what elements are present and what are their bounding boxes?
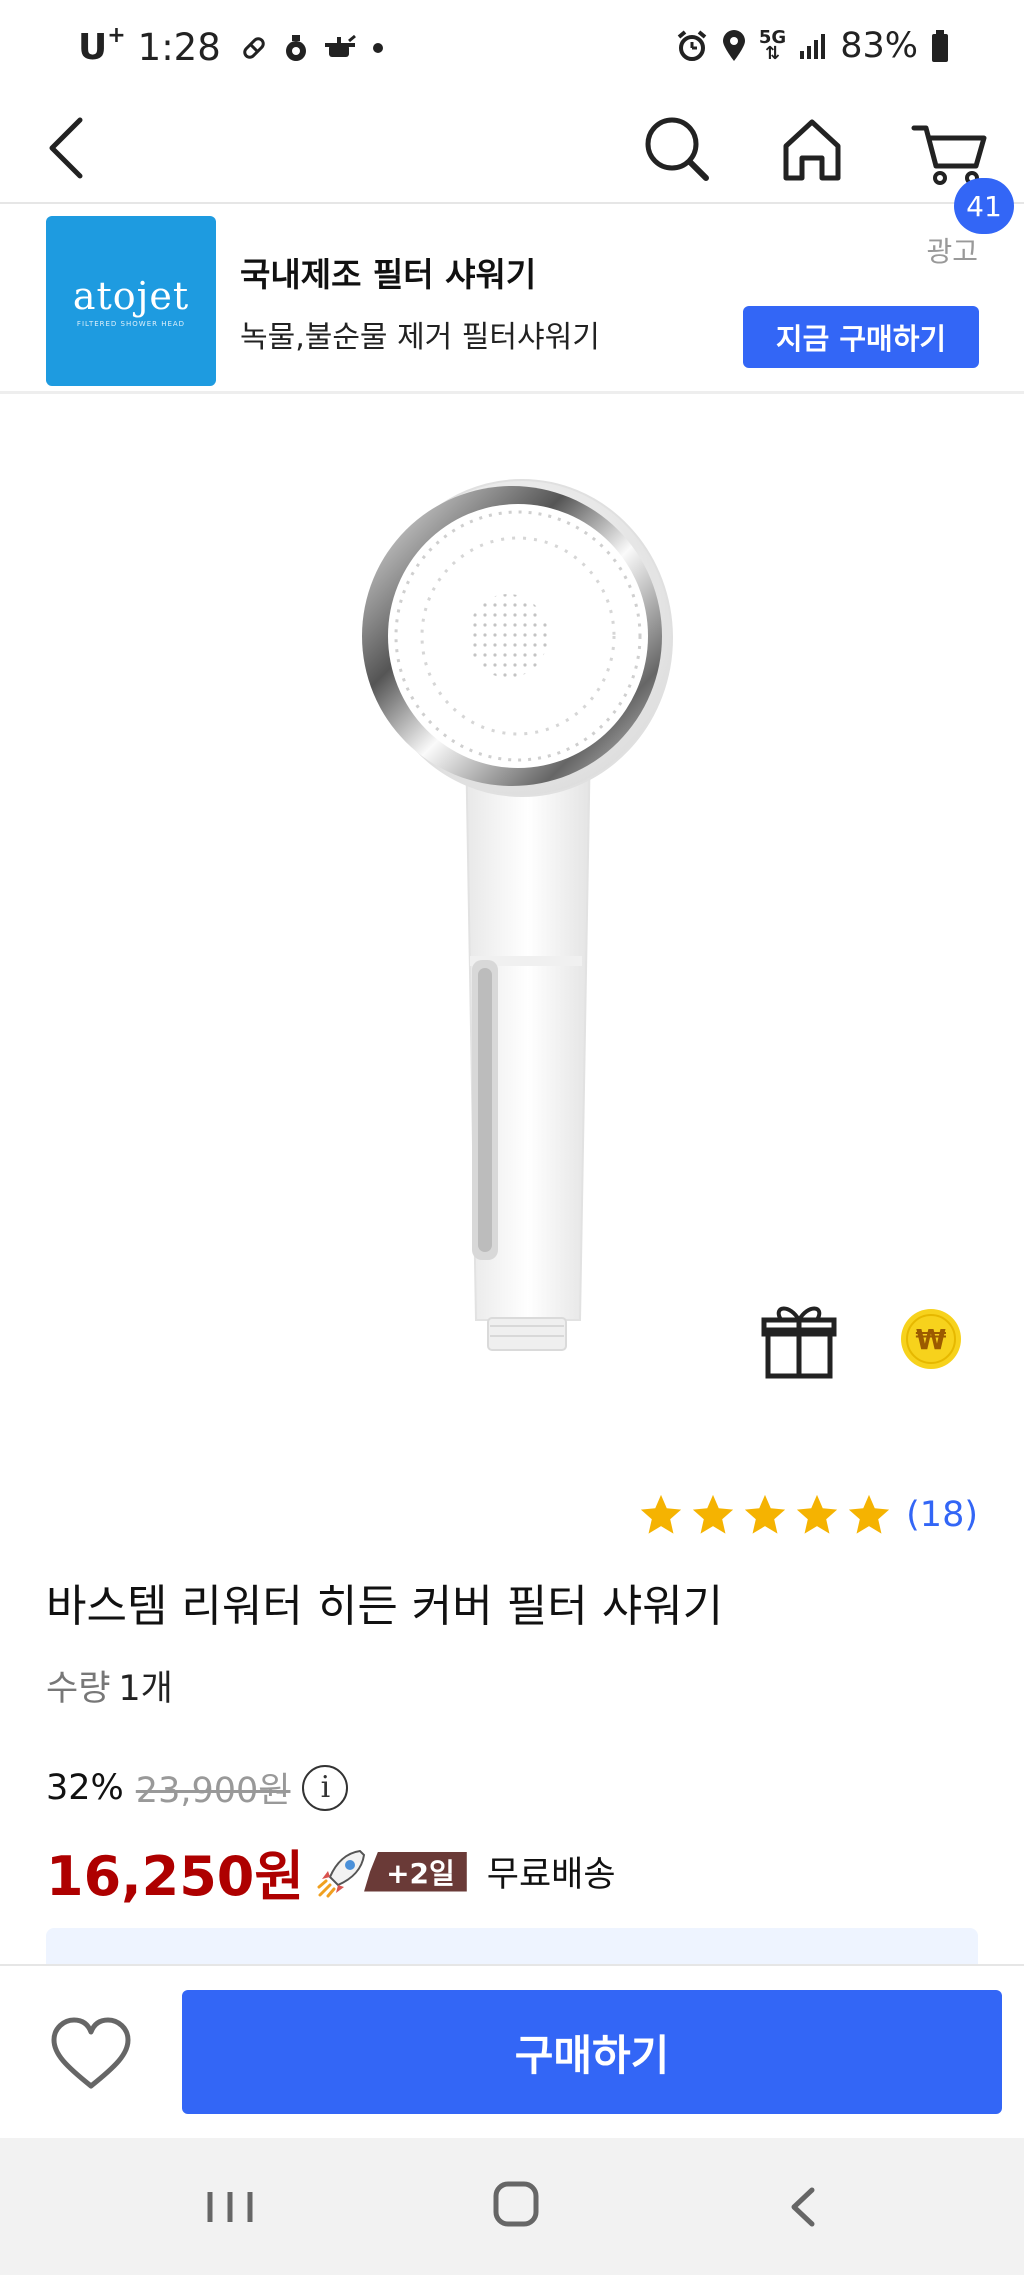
original-price: 23,900원: [135, 1771, 291, 1811]
quantity: 수량 1개: [46, 1660, 173, 1711]
carrier-text: U: [78, 27, 108, 68]
star-icon: [641, 1494, 682, 1534]
system-navigation-bar: [0, 2138, 1024, 2275]
star-icon: [693, 1494, 734, 1534]
delivery-days-badge: +2일: [364, 1851, 467, 1892]
bottom-purchase-bar: 구매하기: [0, 1964, 1024, 2140]
home-icon[interactable]: [776, 102, 848, 194]
dot-icon: [372, 42, 383, 53]
sale-price: 16,250원: [46, 1845, 305, 1908]
ad-buy-now-button[interactable]: 지금 구매하기: [743, 306, 979, 368]
top-navigation: 41: [0, 96, 1024, 234]
pot-icon: [324, 34, 356, 57]
quantity-value: 1개: [118, 1669, 173, 1709]
signal-icon: [800, 34, 826, 59]
product-detail-screen: U+ 1:28 5G ⇅ 83% 41 atojet FILTERED SHOW…: [0, 0, 1024, 2275]
clock: 1:28: [137, 26, 221, 69]
review-count[interactable]: (18): [906, 1495, 978, 1535]
product-name: 바스템 리워터 히든 커버 필터 샤워기: [46, 1581, 724, 1632]
status-bar: U+ 1:28 5G ⇅ 83%: [0, 0, 1024, 96]
heart-icon[interactable]: [46, 2014, 136, 2094]
ad-brand-logo[interactable]: atojet FILTERED SHOWER HEAD: [46, 216, 216, 386]
ad-banner[interactable]: atojet FILTERED SHOWER HEAD 국내제조 필터 샤워기 …: [0, 206, 1024, 394]
battery-icon: [932, 30, 948, 62]
gift-icon[interactable]: [760, 1300, 838, 1380]
free-shipping-label: 무료배송: [486, 1855, 616, 1895]
promo-strip: [46, 1928, 978, 1968]
star-icon: [797, 1494, 838, 1534]
rocket-delivery-icon: [317, 1849, 366, 1897]
search-icon[interactable]: [640, 102, 712, 194]
product-image[interactable]: [0, 400, 1024, 1400]
back-icon[interactable]: [36, 102, 98, 194]
ad-logo-subtext: FILTERED SHOWER HEAD: [76, 320, 186, 328]
buy-button[interactable]: 구매하기: [182, 1990, 1002, 2114]
discount-row: 32% 23,900원 i: [46, 1762, 349, 1813]
system-home-icon[interactable]: [484, 2172, 548, 2236]
price-row: 16,250원 +2일 무료배송: [46, 1832, 616, 1911]
network-5g-icon: 5G ⇅: [758, 27, 787, 64]
alarm-icon: [677, 30, 707, 61]
carrier-label: U+: [78, 23, 126, 68]
svg-text:₩: ₩: [916, 1323, 947, 1356]
quantity-label: 수량: [46, 1669, 111, 1709]
pill-icon: [243, 36, 265, 59]
product-rating[interactable]: (18): [638, 1492, 978, 1538]
star-icon: [849, 1494, 890, 1534]
price-info-icon[interactable]: i: [302, 1764, 349, 1811]
notification-icons: [239, 33, 385, 63]
discount-rate: 32%: [46, 1767, 124, 1808]
star-icon: [745, 1494, 786, 1534]
carrier-plus: +: [107, 23, 126, 48]
ad-description: 녹물,불순물 제거 필터샤워기: [240, 320, 600, 355]
drop-icon: [285, 34, 306, 61]
battery-percent: 83%: [840, 26, 918, 66]
location-icon: [722, 30, 745, 61]
cash-reward-coin-icon[interactable]: ₩: [900, 1308, 962, 1370]
status-right: 5G ⇅ 83%: [675, 26, 950, 66]
system-back-icon[interactable]: [776, 2174, 826, 2240]
ad-logo-word: atojet: [72, 274, 190, 318]
recents-icon[interactable]: [200, 2174, 260, 2240]
ad-label: 광고: [926, 235, 978, 268]
status-left: U+ 1:28: [78, 23, 385, 69]
ad-title[interactable]: 국내제조 필터 샤워기: [240, 248, 536, 296]
